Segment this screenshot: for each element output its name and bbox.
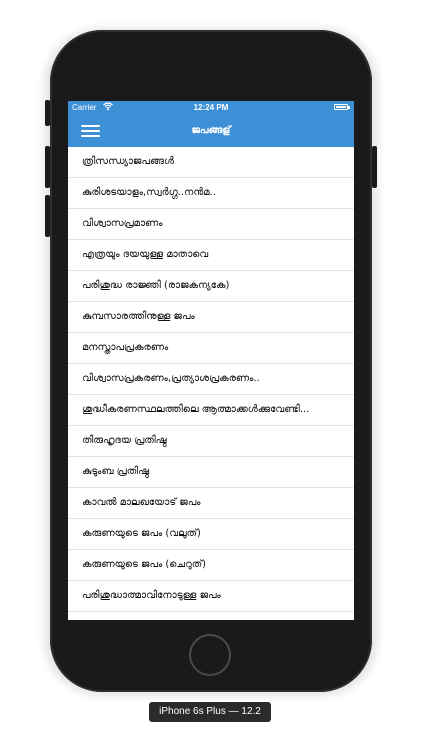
list-item[interactable]: കുമ്പസാരത്തിനുള്ള ജപം bbox=[68, 302, 354, 333]
list-item[interactable]: എത്രയും ദയയുള്ള മാതാവെ bbox=[68, 240, 354, 271]
app-screen: Carrier 12:24 PM ജപങ്ങള് ത്രിസന്ധ്യാജപങ്… bbox=[68, 101, 354, 620]
list-item[interactable]: പരിശുദ്ധ രാജ്ഞി (രാജകന്യകേ) bbox=[68, 271, 354, 302]
list-item[interactable]: കുടുംബ പ്രതിഷ്ഠ bbox=[68, 457, 354, 488]
list-item[interactable]: കരുണയുടെ ജപം (ചെറുത്) bbox=[68, 550, 354, 581]
page-title: ജപങ്ങള് bbox=[191, 125, 231, 136]
list-item[interactable]: ത്രിസന്ധ്യാജപങ്ങൾ bbox=[68, 147, 354, 178]
list-item[interactable]: തിരുഹൃദയ പ്രതിഷ്ഠ bbox=[68, 426, 354, 457]
prayer-list: ത്രിസന്ധ്യാജപങ്ങൾ കുരിശടയാളം,സ്വർഗ്ഗ..നൻമ… bbox=[68, 147, 354, 612]
power-button bbox=[372, 146, 377, 188]
battery-tip bbox=[348, 106, 350, 109]
list-item[interactable]: കരുണയുടെ ജപം (വലുത്) bbox=[68, 519, 354, 550]
list-item[interactable]: വിശ്വാസപ്രമാണം bbox=[68, 209, 354, 240]
device-label: iPhone 6s Plus — 12.2 bbox=[149, 702, 271, 722]
list-item[interactable]: കാവൽ മാലഖയോട് ജപം bbox=[68, 488, 354, 519]
status-bar: Carrier 12:24 PM bbox=[68, 101, 354, 114]
navigation-bar: ജപങ്ങള് bbox=[68, 114, 354, 147]
home-button bbox=[189, 634, 231, 676]
list-item[interactable]: ശുദ്ധീകരണസ്ഥലത്തിലെ ആത്മാക്കൾക്കുവേണ്ടി.… bbox=[68, 395, 354, 426]
battery-icon bbox=[334, 104, 348, 110]
list-item[interactable]: കുരിശടയാളം,സ്വർഗ്ഗ..നൻമ.. bbox=[68, 178, 354, 209]
status-time: 12:24 PM bbox=[193, 103, 229, 112]
list-item[interactable]: മനസ്താപപ്രകരണം bbox=[68, 333, 354, 364]
list-item[interactable]: പരിശുദ്ധാത്മാവിനോടുള്ള ജപം bbox=[68, 581, 354, 612]
hamburger-menu-icon[interactable] bbox=[81, 123, 100, 138]
list-item[interactable]: വിശ്വാസപ്രകരണം,പ്രത്യാശപ്രകരണം.. bbox=[68, 364, 354, 395]
